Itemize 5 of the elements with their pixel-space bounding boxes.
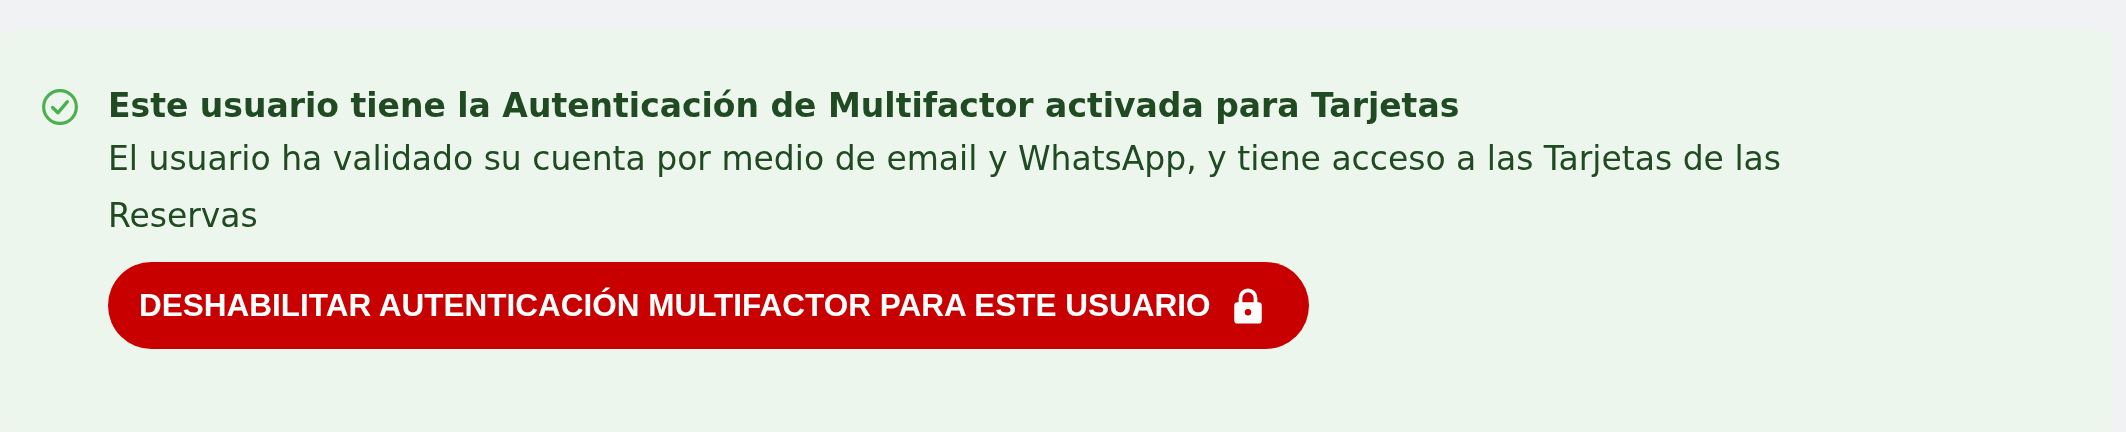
lock-icon: [1232, 286, 1263, 325]
check-circle-icon: [41, 88, 79, 126]
alert-title: Este usuario tiene la Autenticación de Multifactor activada para Tarjetas: [108, 85, 1460, 127]
alert-message: El usuario ha validado su cuenta por medio de email y WhatsApp, y tiene acceso a las Tarjetas de las Reservas: [108, 138, 1782, 237]
disable-mfa-button[interactable]: DESHABILITAR AUTENTICACIÓN MULTIFACTOR PARA ESTE USUARIO: [108, 262, 1309, 349]
